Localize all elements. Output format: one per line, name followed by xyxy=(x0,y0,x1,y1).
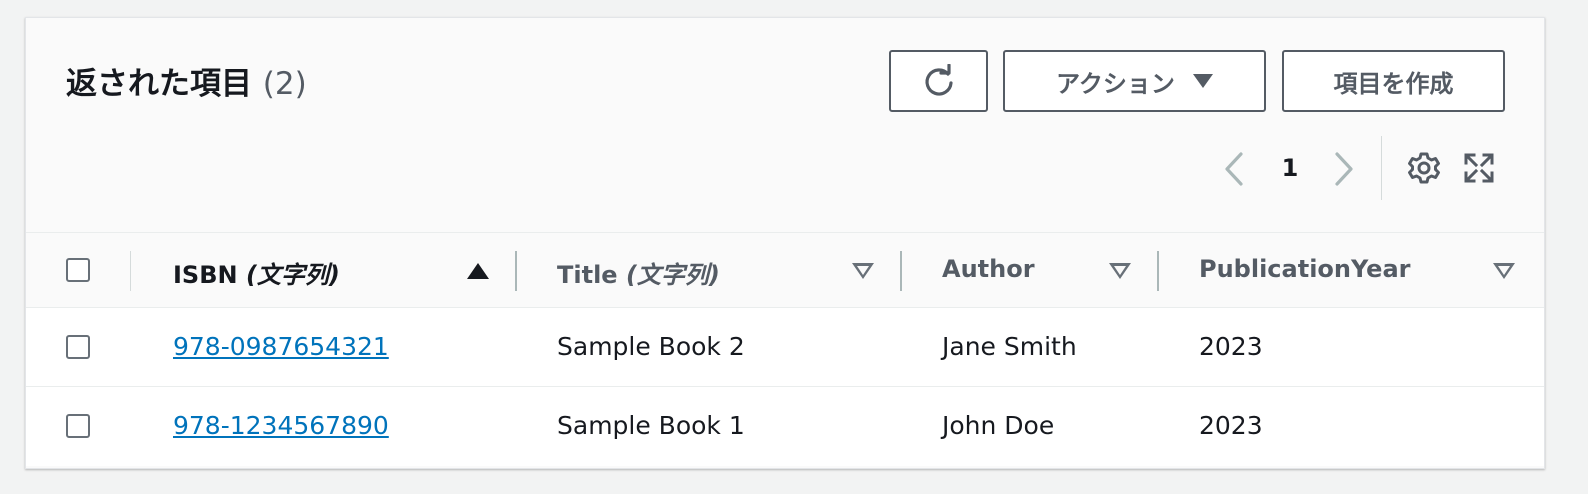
title-text: 返された項目 xyxy=(66,66,252,102)
column-type: (文字列) xyxy=(625,261,720,289)
fullscreen-button[interactable] xyxy=(1461,150,1497,186)
settings-button[interactable] xyxy=(1406,150,1442,186)
column-header-author[interactable]: Author xyxy=(942,255,1035,283)
table-header-row: ISBN (文字列) Title (文字列) Author Publicatio… xyxy=(26,232,1544,308)
create-item-button[interactable]: 項目を作成 xyxy=(1282,50,1505,112)
actions-dropdown-button[interactable]: アクション xyxy=(1003,50,1266,112)
title-cell: Sample Book 2 xyxy=(557,332,745,361)
column-resizer[interactable] xyxy=(1157,251,1159,291)
select-all-checkbox[interactable] xyxy=(66,258,90,282)
column-resizer[interactable] xyxy=(515,251,517,291)
isbn-link[interactable]: 978-1234567890 xyxy=(173,411,389,440)
table-row: 978-1234567890 Sample Book 1 John Doe 20… xyxy=(26,387,1544,466)
sort-ascending-icon[interactable] xyxy=(467,263,489,279)
column-name: Author xyxy=(942,255,1035,283)
column-name: PublicationYear xyxy=(1199,255,1411,283)
row-checkbox[interactable] xyxy=(66,335,90,359)
title-cell: Sample Book 1 xyxy=(557,411,745,440)
sort-icon[interactable] xyxy=(1109,263,1131,279)
column-name: Title xyxy=(557,261,618,289)
column-name: ISBN xyxy=(173,261,238,289)
refresh-icon xyxy=(924,64,953,96)
refresh-button[interactable] xyxy=(889,50,988,112)
fullscreen-icon xyxy=(1464,153,1494,183)
column-resizer[interactable] xyxy=(900,251,902,291)
page-title: 返された項目 (2) xyxy=(66,58,307,103)
create-item-label: 項目を作成 xyxy=(1333,69,1454,98)
item-count: (2) xyxy=(262,66,307,102)
sort-icon[interactable] xyxy=(852,263,874,279)
current-page-number[interactable]: 1 xyxy=(1276,154,1304,182)
previous-page-button[interactable] xyxy=(1219,150,1249,188)
column-type: (文字列) xyxy=(245,261,340,289)
author-cell: John Doe xyxy=(942,411,1055,440)
caret-down-icon xyxy=(1192,74,1213,88)
items-table: ISBN (文字列) Title (文字列) Author Publicatio… xyxy=(26,232,1544,466)
column-header-publicationyear[interactable]: PublicationYear xyxy=(1199,255,1411,283)
row-checkbox[interactable] xyxy=(66,414,90,438)
table-row: 978-0987654321 Sample Book 2 Jane Smith … xyxy=(26,308,1544,387)
gear-icon xyxy=(1408,152,1440,184)
items-panel: 返された項目 (2) アクション 項目を作成 1 ISBN (文字列) Titl… xyxy=(25,17,1545,469)
author-cell: Jane Smith xyxy=(942,332,1077,361)
next-page-button[interactable] xyxy=(1329,150,1359,188)
actions-label: アクション xyxy=(1056,69,1175,98)
column-header-title[interactable]: Title (文字列) xyxy=(557,255,720,290)
column-divider xyxy=(130,251,131,291)
chevron-left-icon xyxy=(1225,152,1243,186)
toolbar-divider xyxy=(1381,136,1382,200)
chevron-right-icon xyxy=(1335,152,1353,186)
isbn-link[interactable]: 978-0987654321 xyxy=(173,332,389,361)
column-header-isbn[interactable]: ISBN (文字列) xyxy=(173,255,340,290)
year-cell: 2023 xyxy=(1199,332,1263,361)
year-cell: 2023 xyxy=(1199,411,1263,440)
sort-icon[interactable] xyxy=(1493,263,1515,279)
